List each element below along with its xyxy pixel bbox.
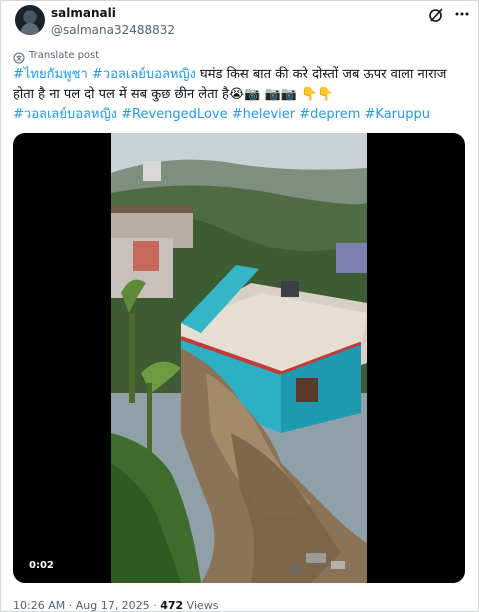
- meta-separator: ·: [153, 599, 157, 612]
- tweet-card: salmanali @salmana32488832 Translate pos…: [0, 0, 479, 612]
- author-handle[interactable]: @salmana32488832: [51, 23, 175, 37]
- more-options-icon[interactable]: [453, 5, 471, 23]
- translate-post-link[interactable]: Translate post: [13, 48, 100, 64]
- video-player[interactable]: 0:02: [13, 133, 465, 583]
- post-date[interactable]: Aug 17, 2025: [76, 599, 150, 612]
- hashtag-link[interactable]: #วอลเลย์บอลหญิง: [92, 67, 196, 82]
- translate-label: Translate post: [29, 49, 100, 61]
- author-name[interactable]: salmanali: [51, 6, 116, 20]
- hashtag-link[interactable]: #RevengedLove: [121, 107, 227, 122]
- views-label: Views: [186, 599, 219, 612]
- tweet-text: #ไทยกัมพูชา #วอลเลย์บอลหญิง घमंड किस बात…: [13, 65, 471, 125]
- meta-separator: ·: [68, 599, 73, 612]
- tweet-header: salmanali @salmana32488832: [13, 5, 471, 43]
- hashtag-link[interactable]: #ไทยกัมพูชา: [13, 67, 88, 82]
- avatar[interactable]: [15, 5, 45, 35]
- post-time[interactable]: 10:26 AM: [13, 599, 65, 612]
- translate-icon: [13, 49, 25, 64]
- views-count: 472: [160, 599, 184, 612]
- grok-icon[interactable]: [427, 6, 445, 24]
- video-frame: [111, 133, 367, 583]
- video-duration-badge: 0:02: [23, 558, 60, 573]
- tweet-meta: 10:26 AM · Aug 17, 2025 · 472 Views: [13, 599, 219, 612]
- hashtag-link[interactable]: #Karuppu: [365, 107, 430, 122]
- hashtag-link[interactable]: #deprem: [299, 107, 360, 122]
- hashtag-link[interactable]: #helevier: [232, 107, 295, 122]
- tweet-emojis: 😭📷 📷📷 👇👇: [228, 87, 334, 102]
- hashtag-link[interactable]: #วอลเลย์บอลหญิง: [13, 107, 117, 122]
